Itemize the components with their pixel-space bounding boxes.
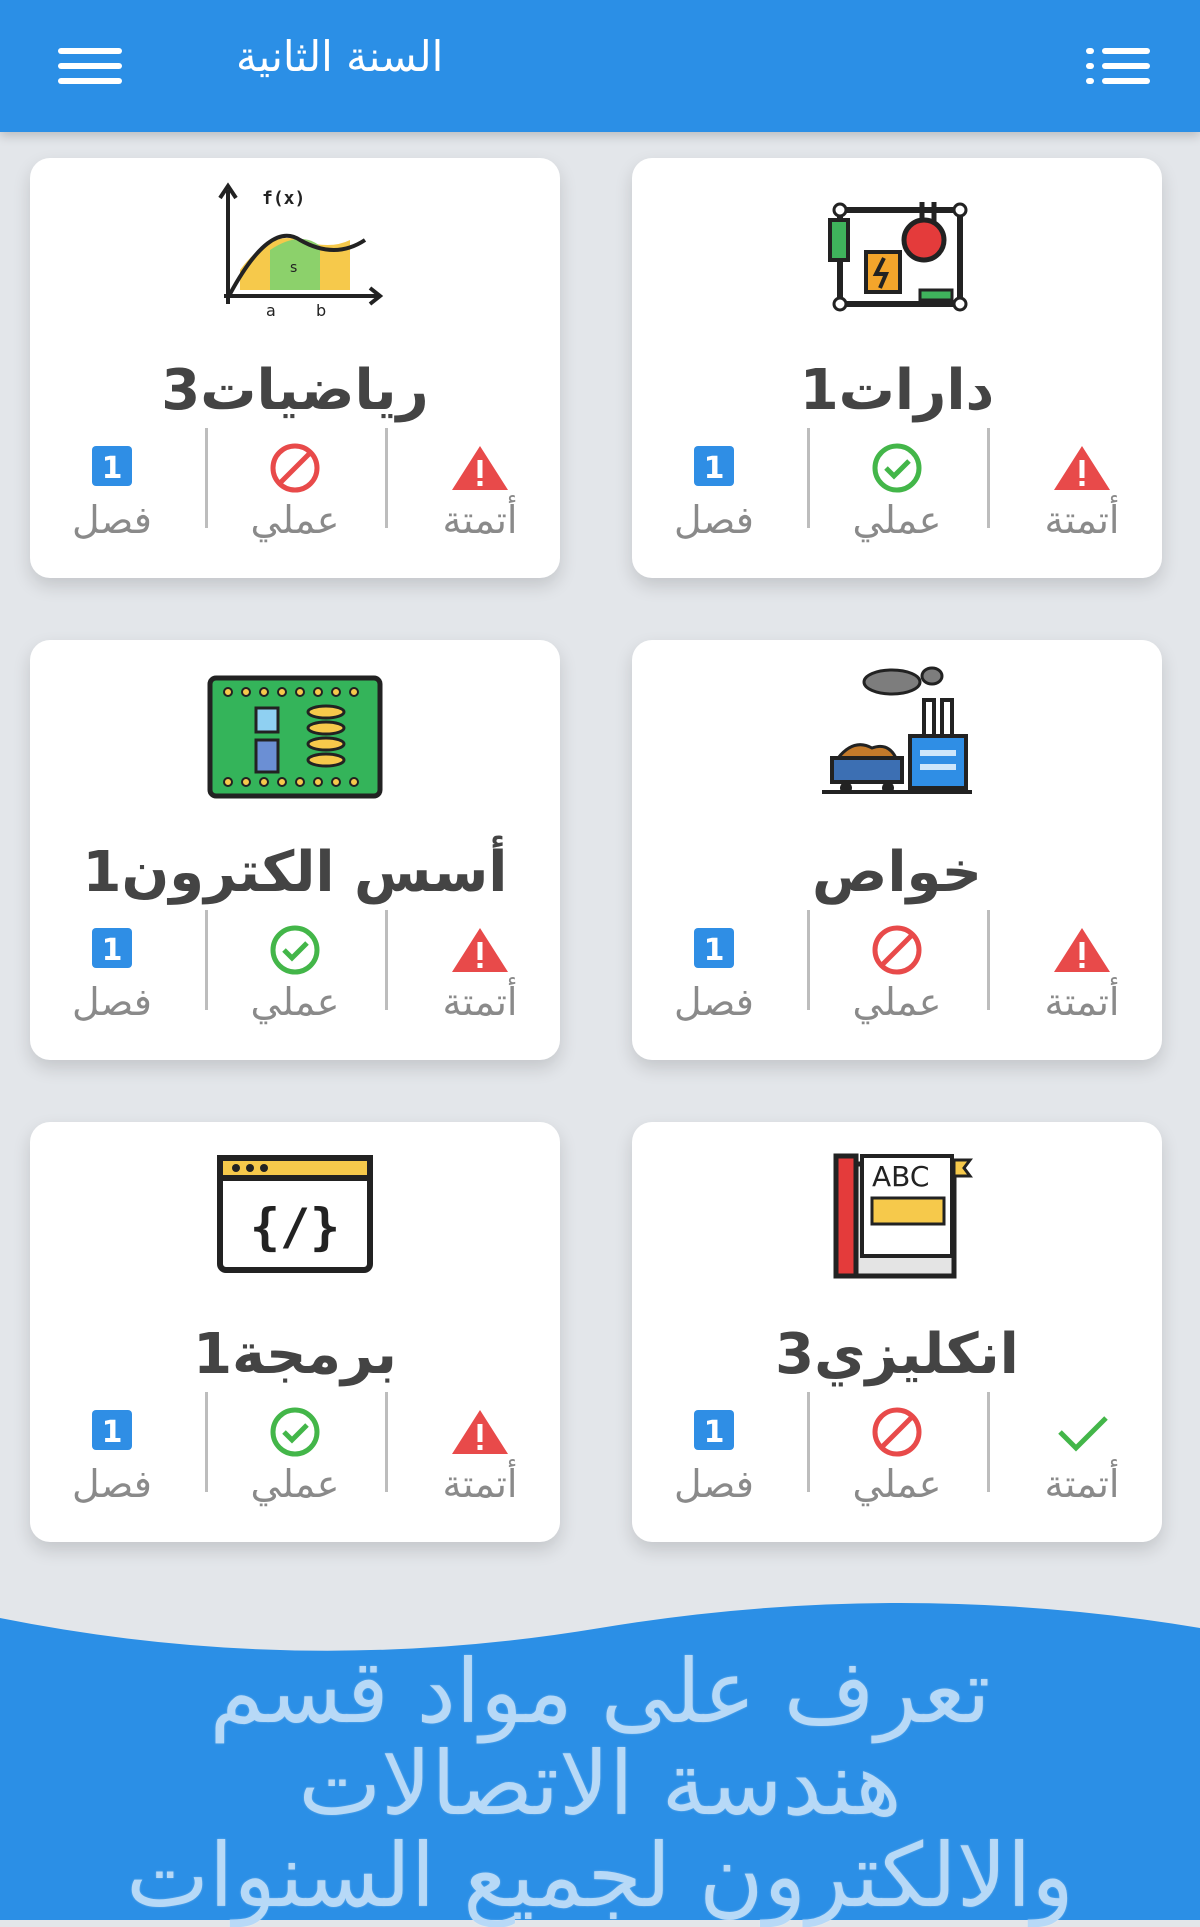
math-graph-icon: f(x) s a b [218,182,384,320]
warning-icon [1054,446,1110,490]
warning-icon [1054,928,1110,972]
checkmark-icon [1058,1416,1108,1452]
course-title: برمجة1 [193,1322,397,1387]
course-card-math[interactable]: f(x) s a b رياضيات3 أتمتة عملي 1 فصل [30,158,560,578]
promo-line: والالكترون لجميع السنوات [126,1824,1074,1927]
semester-stat[interactable]: 1 فصل [42,1392,182,1532]
promo-line: تعرف على مواد قسم [209,1640,991,1743]
warning-icon [452,1410,508,1454]
svg-text:b: b [316,301,326,320]
course-card-circuits[interactable]: دارات1 أتمتة عملي 1 فصل [632,158,1162,578]
svg-text:1: 1 [704,933,725,968]
prohibited-icon [872,925,922,975]
code-icon: {/} [217,1155,373,1273]
svg-text:1: 1 [704,1415,725,1450]
promo-text: تعرف على مواد قسم هندسة الاتصالات والالك… [0,1646,1200,1922]
course-title: أسس الكترون1 [82,840,508,905]
automation-stat[interactable]: أتمتة [1012,910,1152,1050]
course-card-electronics[interactable]: أسس الكترون1 أتمتة عملي 1 فصل [30,640,560,1060]
svg-text:f(x): f(x) [262,188,305,209]
semester-stat[interactable]: 1 فصل [42,428,182,568]
divider [807,910,810,1010]
divider [987,428,990,528]
practical-stat[interactable]: عملي [827,428,967,568]
list-icon[interactable] [1086,44,1150,88]
semester-badge-icon: 1 [92,1410,132,1450]
course-card-english[interactable]: ABC انكليزي3 أتمتة عملي 1 فصل [632,1122,1162,1542]
divider [987,1392,990,1492]
course-card-properties[interactable]: خواص أتمتة عملي 1 فصل [632,640,1162,1060]
divider [807,428,810,528]
semester-badge-icon: 1 [694,1410,734,1450]
course-stats: أتمتة عملي 1 فصل [30,428,560,568]
semester-stat[interactable]: 1 فصل [644,428,784,568]
check-circle-icon [270,925,320,975]
practical-stat[interactable]: عملي [225,1392,365,1532]
course-card-programming[interactable]: {/} برمجة1 أتمتة عملي 1 فصل [30,1122,560,1542]
check-circle-icon [872,443,922,493]
prohibited-icon [270,443,320,493]
divider [205,428,208,528]
promo-line: هندسة الاتصالات [298,1732,902,1835]
automation-stat[interactable]: أتمتة [410,428,550,568]
check-circle-icon [270,1407,320,1457]
factory-icon [822,666,972,794]
warning-icon [452,928,508,972]
automation-stat[interactable]: أتمتة [410,1392,550,1532]
course-title: دارات1 [799,358,995,423]
practical-stat[interactable]: عملي [225,910,365,1050]
automation-stat[interactable]: أتمتة [410,910,550,1050]
svg-text:1: 1 [102,1415,123,1450]
svg-text:1: 1 [102,933,123,968]
course-title: انكليزي3 [775,1322,1019,1387]
course-stats: أتمتة عملي 1 فصل [632,1392,1162,1532]
semester-badge-icon: 1 [92,928,132,968]
circuit-board-icon [207,675,383,799]
svg-text:1: 1 [102,451,123,486]
warning-icon [452,446,508,490]
course-stats: أتمتة عملي 1 فصل [632,910,1162,1050]
book-icon: ABC [833,1153,973,1279]
semester-stat[interactable]: 1 فصل [42,910,182,1050]
svg-text:ABC: ABC [872,1160,929,1193]
circuit-icon [828,202,968,312]
semester-badge-icon: 1 [694,928,734,968]
divider [205,910,208,1010]
svg-text:s: s [290,260,297,276]
automation-stat[interactable]: أتمتة [1012,1392,1152,1532]
course-stats: أتمتة عملي 1 فصل [30,1392,560,1532]
divider [205,1392,208,1492]
prohibited-icon [872,1407,922,1457]
divider [385,1392,388,1492]
semester-stat[interactable]: 1 فصل [644,910,784,1050]
page-title: السنة الثانية [236,32,444,81]
automation-stat[interactable]: أتمتة [1012,428,1152,568]
semester-badge-icon: 1 [92,446,132,486]
course-title: رياضيات3 [161,358,429,423]
course-title: خواص [812,840,982,905]
semester-badge-icon: 1 [694,446,734,486]
course-stats: أتمتة عملي 1 فصل [632,428,1162,568]
semester-stat[interactable]: 1 فصل [644,1392,784,1532]
hamburger-icon[interactable] [58,44,122,88]
practical-stat[interactable]: عملي [827,910,967,1050]
svg-text:{/}: {/} [250,1198,340,1256]
divider [385,428,388,528]
practical-stat[interactable]: عملي [225,428,365,568]
divider [987,910,990,1010]
divider [385,910,388,1010]
svg-text:1: 1 [704,451,725,486]
course-stats: أتمتة عملي 1 فصل [30,910,560,1050]
svg-text:a: a [266,301,276,320]
practical-stat[interactable]: عملي [827,1392,967,1532]
divider [807,1392,810,1492]
app-bar: السنة الثانية [0,0,1200,132]
